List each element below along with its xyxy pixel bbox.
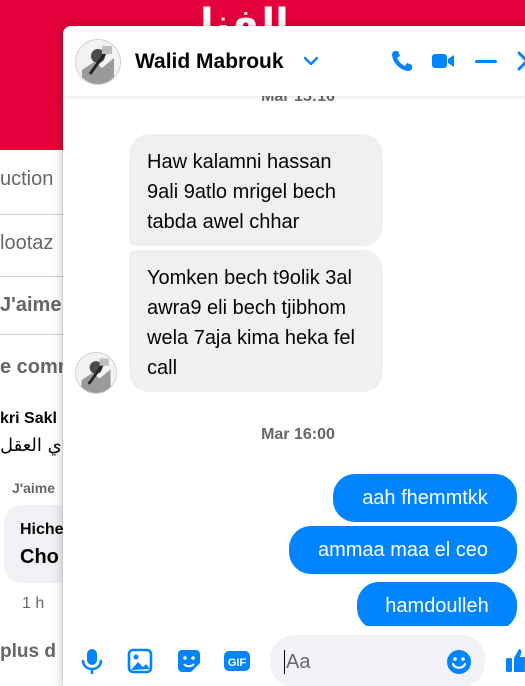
commenter-name[interactable]: kri Sakl (0, 410, 57, 428)
chevron-down-icon[interactable] (302, 52, 320, 70)
incoming-message[interactable]: Yomken bech t9olik 3al awra9 eli bech tj… (129, 250, 383, 392)
outgoing-message[interactable]: aah fhemmtkk (333, 474, 517, 522)
comment-like-action[interactable]: J'aime (12, 480, 55, 496)
contact-name[interactable]: Walid Mabrouk (135, 50, 284, 74)
message-composer: GIF (63, 626, 525, 686)
divider (0, 334, 70, 335)
incoming-message[interactable]: Haw kalamni hassan 9ali 9atlo mrigel bec… (129, 134, 383, 246)
divider (0, 276, 70, 277)
reply-author[interactable]: Hiche (20, 521, 64, 539)
mic-icon[interactable] (78, 647, 106, 675)
chat-header: Walid Mabrouk (63, 26, 525, 96)
message-input-box[interactable] (270, 635, 485, 686)
close-icon[interactable] (514, 48, 525, 74)
timestamp: Mar 16:00 (261, 426, 335, 443)
see-more-link[interactable]: plus d (0, 641, 56, 663)
svg-text:GIF: GIF (228, 657, 247, 669)
feed-text: uction (0, 168, 54, 190)
message-input[interactable] (284, 641, 438, 683)
reply-time: 1 h (22, 595, 45, 612)
phone-icon[interactable] (389, 48, 415, 74)
like-icon[interactable] (504, 646, 525, 674)
chat-window: Walid Mabrouk Mar 15:16 Haw kalamni hass… (63, 26, 525, 686)
sticker-icon[interactable] (175, 647, 203, 675)
message-list[interactable]: Mar 15:16 Haw kalamni hassan 9ali 9atlo … (63, 88, 525, 630)
reply-text: Cho (20, 546, 59, 568)
video-icon[interactable] (430, 48, 456, 74)
feed-text: lootaz (0, 232, 54, 254)
photo-icon[interactable] (126, 647, 154, 675)
emoji-icon[interactable] (446, 649, 472, 675)
outgoing-message[interactable]: ammaa maa el ceo (289, 526, 517, 574)
outgoing-message[interactable]: hamdoulleh (357, 582, 517, 630)
comment-text: ي العقل (0, 435, 62, 456)
gif-icon[interactable]: GIF (223, 647, 251, 675)
text-caret (284, 650, 285, 674)
sender-avatar[interactable] (75, 352, 117, 394)
like-action[interactable]: J'aime (0, 294, 61, 317)
contact-avatar[interactable] (75, 39, 121, 85)
divider (0, 214, 70, 215)
minimize-icon[interactable] (473, 48, 499, 74)
